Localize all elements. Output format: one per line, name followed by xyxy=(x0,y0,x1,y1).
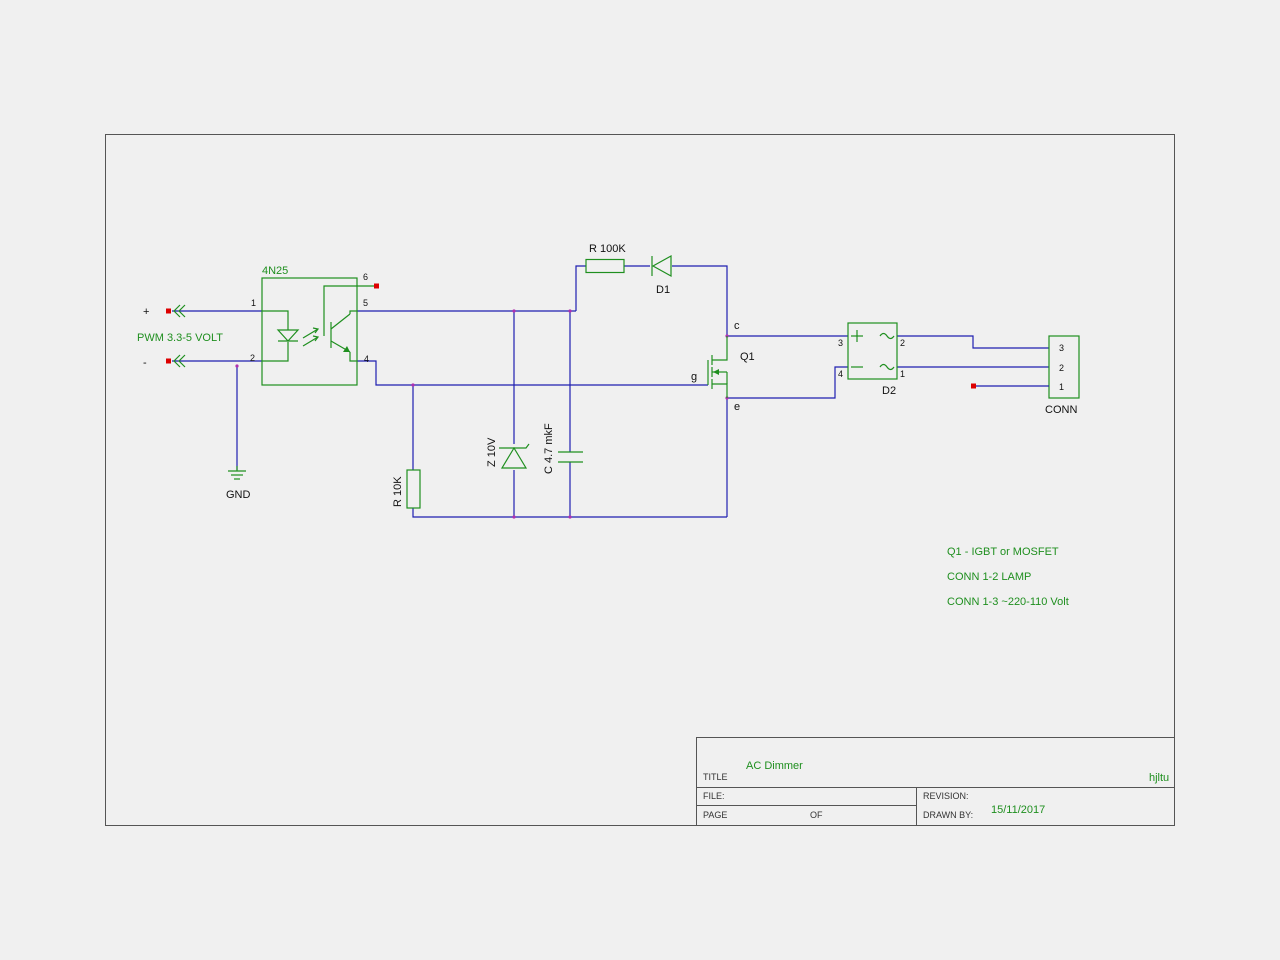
input-label: PWM 3.3-5 VOLT xyxy=(137,332,223,344)
note-3: CONN 1-3 ~220-110 Volt xyxy=(947,596,1069,608)
resistor-r100k xyxy=(585,258,625,274)
conn-pin-1: 1 xyxy=(1059,382,1064,392)
optocoupler-label: 4N25 xyxy=(262,265,288,277)
d2-pin-3: 3 xyxy=(838,338,843,348)
diode-d1 xyxy=(651,254,672,278)
q1-pin-g: g xyxy=(691,371,697,383)
page-label: PAGE xyxy=(703,810,727,820)
opto-pin-5: 5 xyxy=(363,298,368,308)
d2-pin-2: 2 xyxy=(900,338,905,348)
opto-pin-2: 2 xyxy=(250,353,255,363)
cap-label: C 4.7 mkF xyxy=(543,423,555,474)
author-value: hjltu xyxy=(1149,772,1169,784)
d2-pin-1: 1 xyxy=(900,369,905,379)
input-plus-label: + xyxy=(143,306,149,318)
conn-pin-3: 3 xyxy=(1059,343,1064,353)
file-label: FILE: xyxy=(703,791,725,801)
opto-pin-1: 1 xyxy=(251,298,256,308)
ground-symbol xyxy=(228,466,246,480)
optocoupler xyxy=(261,277,379,386)
of-label: OF xyxy=(810,810,823,820)
revision-label: REVISION: xyxy=(923,791,969,801)
note-2: CONN 1-2 LAMP xyxy=(947,571,1031,583)
title-label: TITLE xyxy=(703,772,728,782)
zener-label: Z 10V xyxy=(486,437,498,467)
conn-pin-2: 2 xyxy=(1059,363,1064,373)
sheet-frame xyxy=(105,134,1175,826)
d1-label: D1 xyxy=(656,284,670,296)
transistor-q1 xyxy=(707,336,728,398)
gnd-label: GND xyxy=(226,489,251,501)
resistor-r10k xyxy=(406,469,421,509)
d2-label: D2 xyxy=(882,385,896,397)
r100k-label: R 100K xyxy=(589,243,626,255)
zener-diode xyxy=(499,443,530,469)
opto-pin-4: 4 xyxy=(364,354,369,364)
bridge-d2 xyxy=(847,322,898,380)
date-value: 15/11/2017 xyxy=(991,804,1045,816)
q1-label: Q1 xyxy=(740,351,755,363)
d2-pin-4: 4 xyxy=(838,369,843,379)
capacitor xyxy=(558,451,583,463)
q1-pin-c: c xyxy=(734,320,740,332)
title-value: AC Dimmer xyxy=(746,760,803,772)
drawn-by-label: DRAWN BY: xyxy=(923,810,973,820)
r10k-label: R 10K xyxy=(392,476,404,507)
junctions xyxy=(235,309,729,519)
note-1: Q1 - IGBT or MOSFET xyxy=(947,546,1059,558)
opto-pin-6: 6 xyxy=(363,272,368,282)
conn-label: CONN xyxy=(1045,404,1077,416)
schematic-canvas: + - PWM 3.3-5 VOLT GND 4N25 1 2 6 5 4 R … xyxy=(105,134,1175,826)
q1-pin-e: e xyxy=(734,401,740,413)
wires xyxy=(172,265,1049,518)
input-minus-label: - xyxy=(143,357,147,369)
